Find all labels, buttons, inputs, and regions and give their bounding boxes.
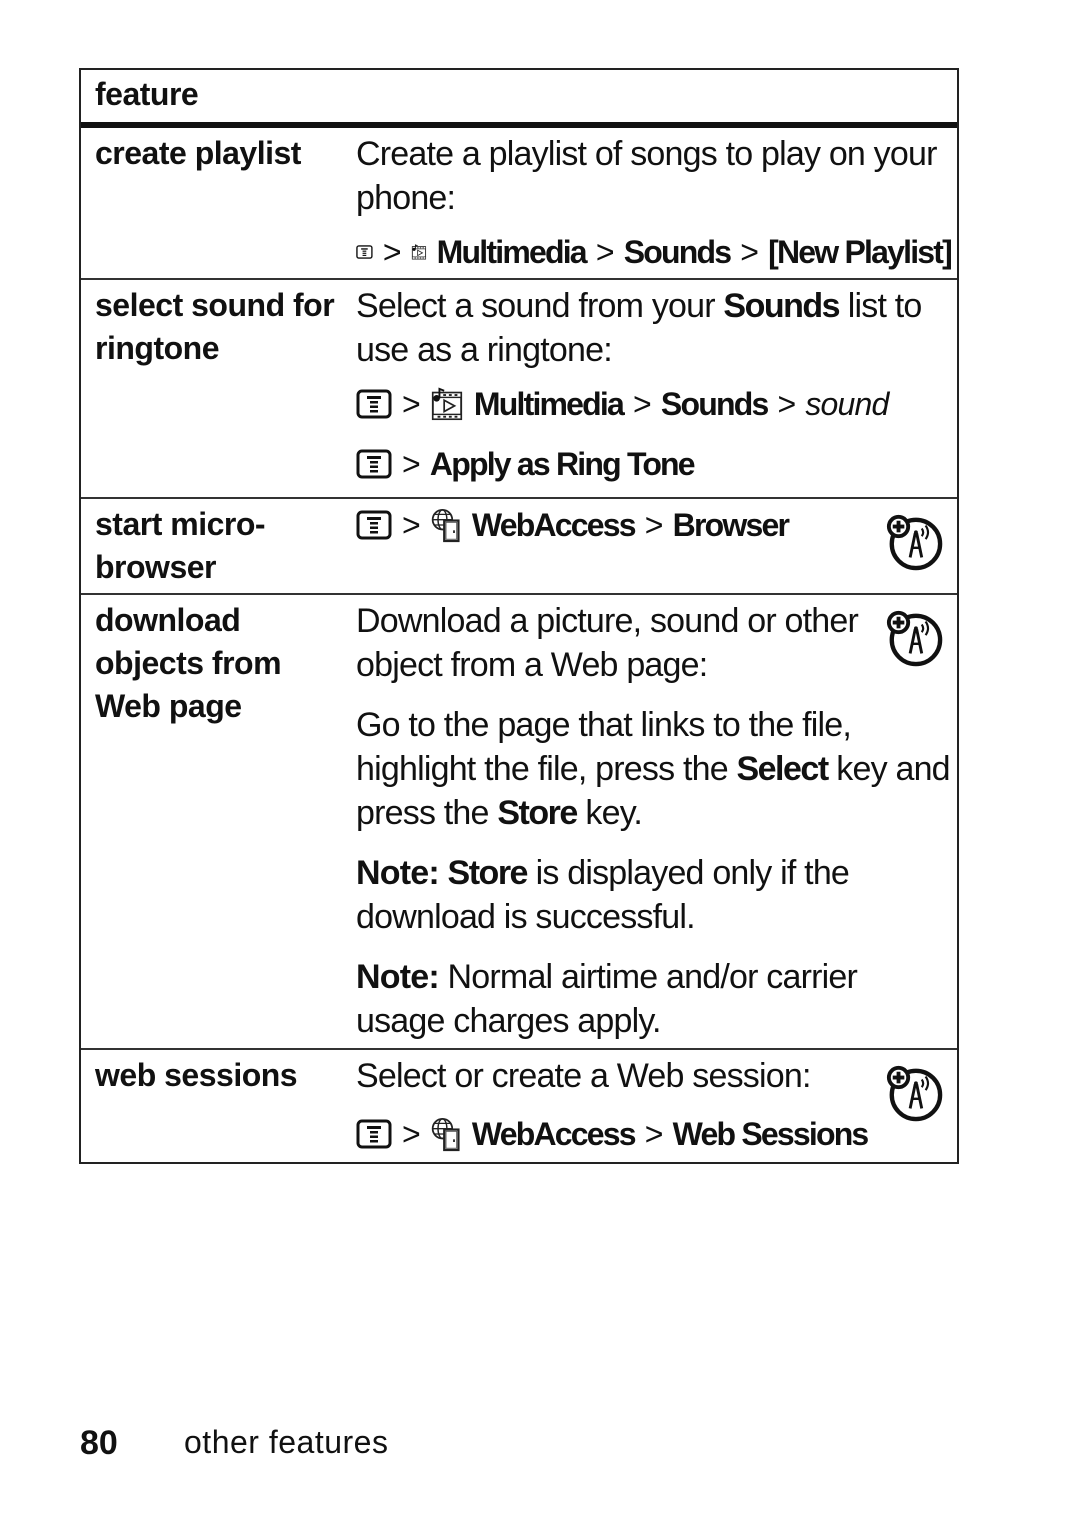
menu-path: > Multimedia > Sounds > [New Playlist]: [356, 230, 953, 274]
menu-path: > WebAccess > Browser: [356, 503, 951, 547]
path-item: Multimedia: [436, 234, 588, 270]
multimedia-icon: [411, 234, 427, 270]
table-row-web-sessions: web sessions Select or create a Web sess…: [81, 1050, 957, 1162]
feature-description: Select a sound from your Sounds list to …: [356, 284, 951, 502]
table-row-create-playlist: create playlist Create a playlist of son…: [81, 128, 957, 280]
webaccess-icon: [430, 1115, 462, 1153]
note-charges: Note: Normal airtime and/or carrier usag…: [356, 958, 858, 1040]
network-dependent-icon: [885, 513, 943, 571]
feature-description: Select or create a Web session: > WebAcc…: [356, 1054, 951, 1172]
description-text: Select a sound from your Sounds list to …: [356, 287, 922, 369]
path-item: Sounds: [623, 234, 732, 270]
page-number: 80: [80, 1424, 118, 1462]
menu-key-icon: [356, 510, 392, 540]
table-row-download-objects: download objects from Web page Download …: [81, 595, 957, 1050]
feature-description: > WebAccess > Browser: [356, 503, 951, 563]
feature-name: create playlist: [95, 135, 301, 171]
network-dependent-icon: [885, 609, 943, 667]
webaccess-icon: [430, 506, 462, 544]
menu-key-icon: [356, 1119, 392, 1149]
multimedia-icon: [430, 386, 464, 422]
menu-path: > Multimedia > Sounds > sound: [356, 382, 951, 426]
feature-description: Download a picture, sound or other objec…: [356, 599, 951, 1059]
note-store: Note: Store is displayed only if the dow…: [356, 854, 850, 936]
menu-key-icon: [356, 237, 373, 267]
table-row-micro-browser: start micro-browser > WebAccess > Browse…: [81, 499, 957, 595]
menu-key-icon: [356, 389, 392, 419]
section-title: other features: [184, 1424, 389, 1460]
feature-description: Create a playlist of songs to play on yo…: [356, 132, 953, 290]
feature-table: feature create playlist Create a playlis…: [79, 68, 959, 1164]
description-text: Select or create a Web session:: [356, 1057, 811, 1095]
description-text: Create a playlist of songs to play on yo…: [356, 135, 937, 217]
menu-key-icon: [356, 449, 392, 479]
table-header: feature: [81, 70, 957, 128]
feature-name: start micro-browser: [95, 506, 266, 585]
network-dependent-icon: [885, 1064, 943, 1122]
path-item: [New Playlist]: [768, 234, 953, 270]
table-row-select-sound: select sound for ringtone Select a sound…: [81, 280, 957, 499]
description-text: Download a picture, sound or other objec…: [356, 602, 859, 684]
menu-path: > Apply as Ring Tone: [356, 442, 951, 486]
menu-path: > WebAccess > Web Sessions: [356, 1112, 951, 1156]
step-text: Go to the page that links to the file, h…: [356, 706, 951, 832]
feature-name: select sound for ringtone: [95, 287, 335, 366]
feature-name: web sessions: [95, 1057, 298, 1093]
feature-name: download objects from Web page: [95, 602, 282, 724]
header-feature: feature: [95, 76, 199, 112]
